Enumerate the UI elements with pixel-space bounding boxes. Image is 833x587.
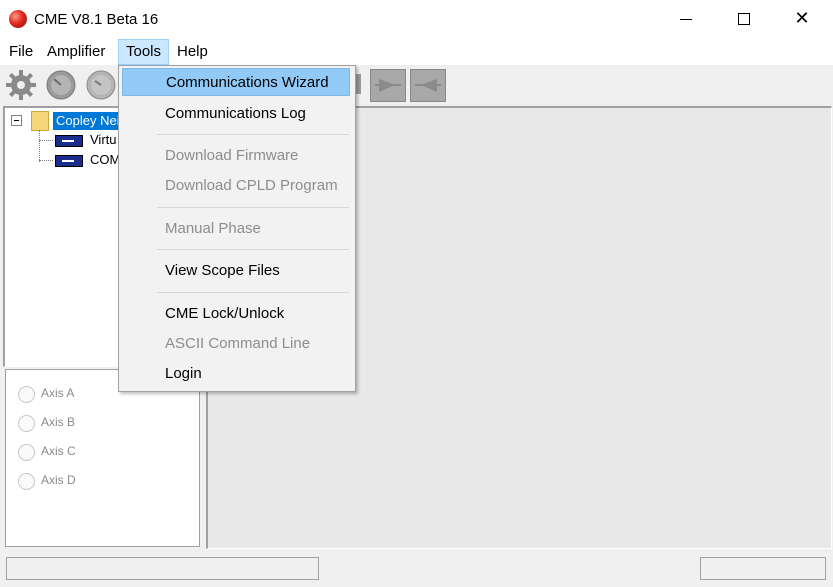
status-bar-right [700,557,826,580]
menu-item-communications-log[interactable]: Communications Log [122,100,350,128]
status-bar-left [6,557,319,580]
menu-tools[interactable]: Tools [118,39,170,65]
folder-icon [31,111,49,131]
radio-button[interactable] [18,473,35,490]
menu-file[interactable]: File [2,39,40,65]
drive-icon [55,135,83,147]
menu-item-login[interactable]: Login [122,360,350,388]
maximize-icon [738,13,750,25]
close-icon: ✕ [794,8,810,29]
minimize-button[interactable] [657,0,715,39]
menu-separator [157,292,349,293]
menu-amplifier[interactable]: Amplifier [40,39,112,65]
menu-help[interactable]: Help [170,39,215,65]
radio-button[interactable] [18,386,35,403]
menu-bar: File Amplifier Tools Help [0,39,833,65]
tree-root-item[interactable]: Copley Nei [53,112,123,130]
arrow-forward-icon[interactable] [370,69,406,102]
axis-selector: Axis A Axis B Axis C Axis D [5,369,200,547]
cme-window: CME V8.1 Beta 16 ✕ File Amplifier Tools … [0,0,833,587]
close-button[interactable]: ✕ [773,0,831,39]
menu-separator [157,134,349,135]
axis-label: Axis D [41,473,76,487]
menu-item-cme-lock-unlock[interactable]: CME Lock/Unlock [122,300,350,328]
tools-menu-dropdown: Communications Wizard Communications Log… [118,65,356,392]
gauge-icon[interactable] [85,69,117,101]
menu-item-communications-wizard[interactable]: Communications Wizard [122,68,350,96]
collapse-icon[interactable] [11,115,22,126]
drive-icon [55,155,83,167]
minimize-icon [680,19,692,20]
tree-item-virtual[interactable]: Virtu [90,132,117,148]
menu-item-download-cpld-program: Download CPLD Program [165,177,338,194]
axis-label: Axis A [41,386,75,400]
gauge-icon[interactable] [45,69,77,101]
menu-item-ascii-command-line: ASCII Command Line [165,335,311,352]
title-bar: CME V8.1 Beta 16 ✕ [0,0,833,39]
app-logo-icon [9,10,27,28]
arrow-back-icon[interactable] [410,69,446,102]
menu-item-manual-phase: Manual Phase [165,220,261,237]
axis-label: Axis B [41,415,76,429]
tree-item-com[interactable]: COM [90,152,120,168]
window-title: CME V8.1 Beta 16 [34,11,159,28]
tree-connector [39,160,53,161]
menu-item-download-firmware: Download Firmware [165,147,299,164]
axis-label: Axis C [41,444,76,458]
menu-item-view-scope-files[interactable]: View Scope Files [122,257,350,285]
radio-button[interactable] [18,415,35,432]
menu-separator [157,249,349,250]
gear-icon[interactable] [5,69,37,101]
tree-connector [39,140,53,141]
tree-connector [39,130,40,162]
menu-separator [157,207,349,208]
radio-button[interactable] [18,444,35,461]
maximize-button[interactable] [715,0,773,39]
